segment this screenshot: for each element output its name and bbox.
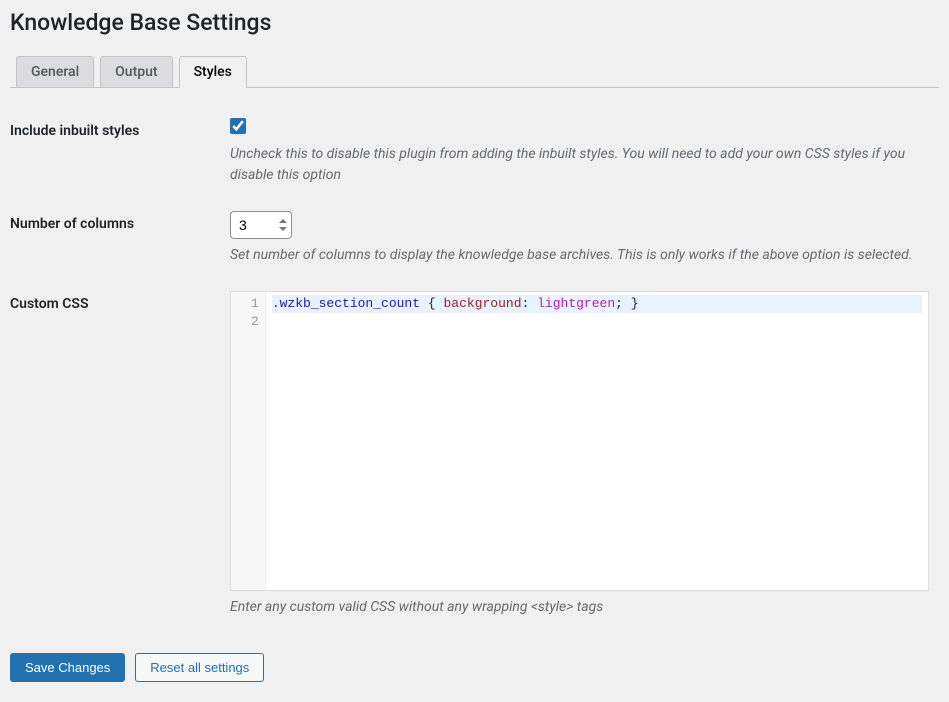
code-gutter: 1 2 (231, 292, 266, 590)
settings-form: Include inbuilt styles Uncheck this to d… (10, 108, 939, 633)
tab-output[interactable]: Output (100, 56, 172, 88)
custom-css-label: Custom CSS (10, 281, 230, 633)
custom-css-desc: Enter any custom valid CSS without any w… (230, 597, 929, 618)
columns-label: Number of columns (10, 201, 230, 281)
page-title: Knowledge Base Settings (10, 0, 939, 56)
code-line-1: .wzkb_section_count { background: lightg… (272, 295, 922, 313)
columns-desc: Set number of columns to display the kno… (230, 245, 929, 266)
tab-general[interactable]: General (16, 56, 94, 88)
form-actions: Save Changes Reset all settings (10, 653, 939, 682)
save-button[interactable]: Save Changes (10, 653, 125, 682)
reset-button[interactable]: Reset all settings (135, 653, 264, 682)
include-styles-label: Include inbuilt styles (10, 108, 230, 201)
tabs: General Output Styles (10, 56, 939, 88)
code-area[interactable]: .wzkb_section_count { background: lightg… (266, 292, 928, 590)
include-styles-desc: Uncheck this to disable this plugin from… (230, 144, 929, 186)
custom-css-editor[interactable]: 1 2 .wzkb_section_count { background: li… (230, 291, 929, 591)
line-number: 1 (251, 295, 259, 313)
include-styles-checkbox[interactable] (230, 118, 246, 134)
tab-styles[interactable]: Styles (179, 56, 247, 88)
columns-input[interactable] (230, 211, 292, 239)
line-number: 2 (251, 313, 259, 331)
